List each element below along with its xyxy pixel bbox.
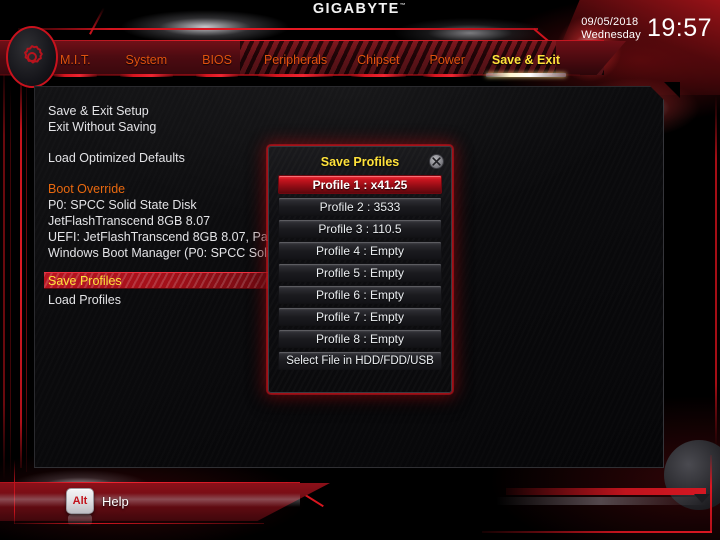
tab-peripherals[interactable]: Peripherals (254, 47, 337, 77)
tab-underline (485, 73, 566, 77)
gear-icon (24, 45, 43, 64)
date-value: 09/05/2018 (581, 16, 639, 29)
main-nav-tabs: M.I.T. System BIOS Peripherals Chipset P… (50, 47, 570, 77)
close-icon (432, 157, 441, 166)
footer-lower-line (14, 523, 264, 524)
panel-corner-notch (664, 82, 680, 98)
menu-item-boot-jetflash[interactable]: JetFlashTranscend 8GB 8.07 (48, 213, 298, 229)
chevron-down-icon[interactable] (694, 494, 710, 503)
keycap-reflection (68, 514, 92, 526)
footer-streak-decoration-secondary (496, 497, 706, 505)
select-file-button[interactable]: Select File in HDD/FDD/USB (278, 351, 442, 370)
trademark-mark: ™ (399, 3, 408, 10)
menu-item-load-optimized-defaults[interactable]: Load Optimized Defaults (48, 150, 298, 166)
profile-button-5[interactable]: Profile 5 : Empty (278, 263, 442, 282)
tab-label: M.I.T. (60, 53, 91, 67)
footer-right-red-bar (506, 488, 706, 495)
date-block: 09/05/2018 Wednesday (581, 16, 641, 41)
menu-item-boot-uefi-jetflash[interactable]: UEFI: JetFlashTranscend 8GB 8.07, Partit (48, 229, 298, 245)
profile-button-3[interactable]: Profile 3 : 110.5 (278, 219, 442, 238)
menu-item-boot-p0-spcc[interactable]: P0: SPCC Solid State Disk (48, 197, 298, 213)
tab-save-and-exit[interactable]: Save & Exit (482, 47, 570, 77)
tab-bios[interactable]: BIOS (192, 47, 242, 77)
menu-item-exit-without-saving[interactable]: Exit Without Saving (48, 119, 298, 135)
left-frame-line-inner (10, 86, 11, 478)
system-datetime: 09/05/2018 Wednesday 19:57 (581, 14, 712, 43)
profile-button-2[interactable]: Profile 2 : 3533 (278, 197, 442, 216)
tab-underline (257, 74, 334, 77)
footer-vertical-line (14, 460, 15, 524)
logo-text: GIGABYTE (312, 1, 400, 17)
save-profiles-dialog: Save Profiles Profile 1 : x41.25 Profile… (266, 144, 454, 395)
close-button[interactable] (429, 154, 444, 169)
tab-underline (119, 74, 174, 77)
profile-button-6[interactable]: Profile 6 : Empty (278, 285, 442, 304)
tab-underline (423, 74, 471, 77)
tab-label: Peripherals (263, 53, 328, 67)
weekday-value: Wednesday (581, 28, 641, 41)
profile-button-1[interactable]: Profile 1 : x41.25 (278, 175, 442, 194)
header-accent-line (18, 28, 538, 30)
tab-mit[interactable]: M.I.T. (50, 47, 101, 77)
tab-label: BIOS (202, 53, 232, 67)
help-label[interactable]: Help (102, 494, 129, 509)
tab-label: Save & Exit (491, 53, 560, 67)
tab-system[interactable]: System (116, 47, 178, 77)
tab-power[interactable]: Power (419, 47, 474, 77)
menu-spacer (48, 135, 298, 150)
tab-label: Chipset (357, 53, 400, 67)
footer-right-horizontal-line (482, 531, 712, 533)
footer-streak-decoration (0, 493, 300, 507)
tab-underline (54, 74, 97, 77)
menu-item-load-profiles[interactable]: Load Profiles (48, 292, 298, 308)
right-frame-line (715, 96, 717, 446)
menu-heading-boot-override: Boot Override (48, 182, 126, 196)
profile-button-list: Profile 1 : x41.25 Profile 2 : 3533 Prof… (278, 175, 442, 370)
profile-button-7[interactable]: Profile 7 : Empty (278, 307, 442, 326)
tab-chipset[interactable]: Chipset (347, 47, 409, 77)
tab-underline (196, 74, 238, 77)
profile-button-4[interactable]: Profile 4 : Empty (278, 241, 442, 260)
left-frame-line (3, 60, 5, 480)
footer-right-frame-line (710, 455, 712, 533)
alt-key-button[interactable]: Alt (66, 488, 94, 514)
profile-button-8[interactable]: Profile 8 : Empty (278, 329, 442, 348)
bios-screen: GIGABYTE™ M.I.T. System BIOS Peripherals… (0, 0, 720, 540)
tab-underline (351, 74, 406, 77)
menu-spacer (48, 166, 298, 181)
tab-label: Power (429, 53, 465, 67)
panel-left-accent (20, 84, 22, 468)
tab-label: System (125, 53, 168, 67)
dialog-title: Save Profiles (320, 155, 400, 169)
menu-item-boot-windows-boot-manager[interactable]: Windows Boot Manager (P0: SPCC Solid S (48, 245, 298, 261)
menu-item-save-profiles[interactable]: Save Profiles (48, 273, 122, 289)
panel-left-accent-inner (26, 82, 27, 472)
time-value: 19:57 (646, 14, 712, 42)
menu-item-save-exit-setup[interactable]: Save & Exit Setup (48, 103, 298, 119)
